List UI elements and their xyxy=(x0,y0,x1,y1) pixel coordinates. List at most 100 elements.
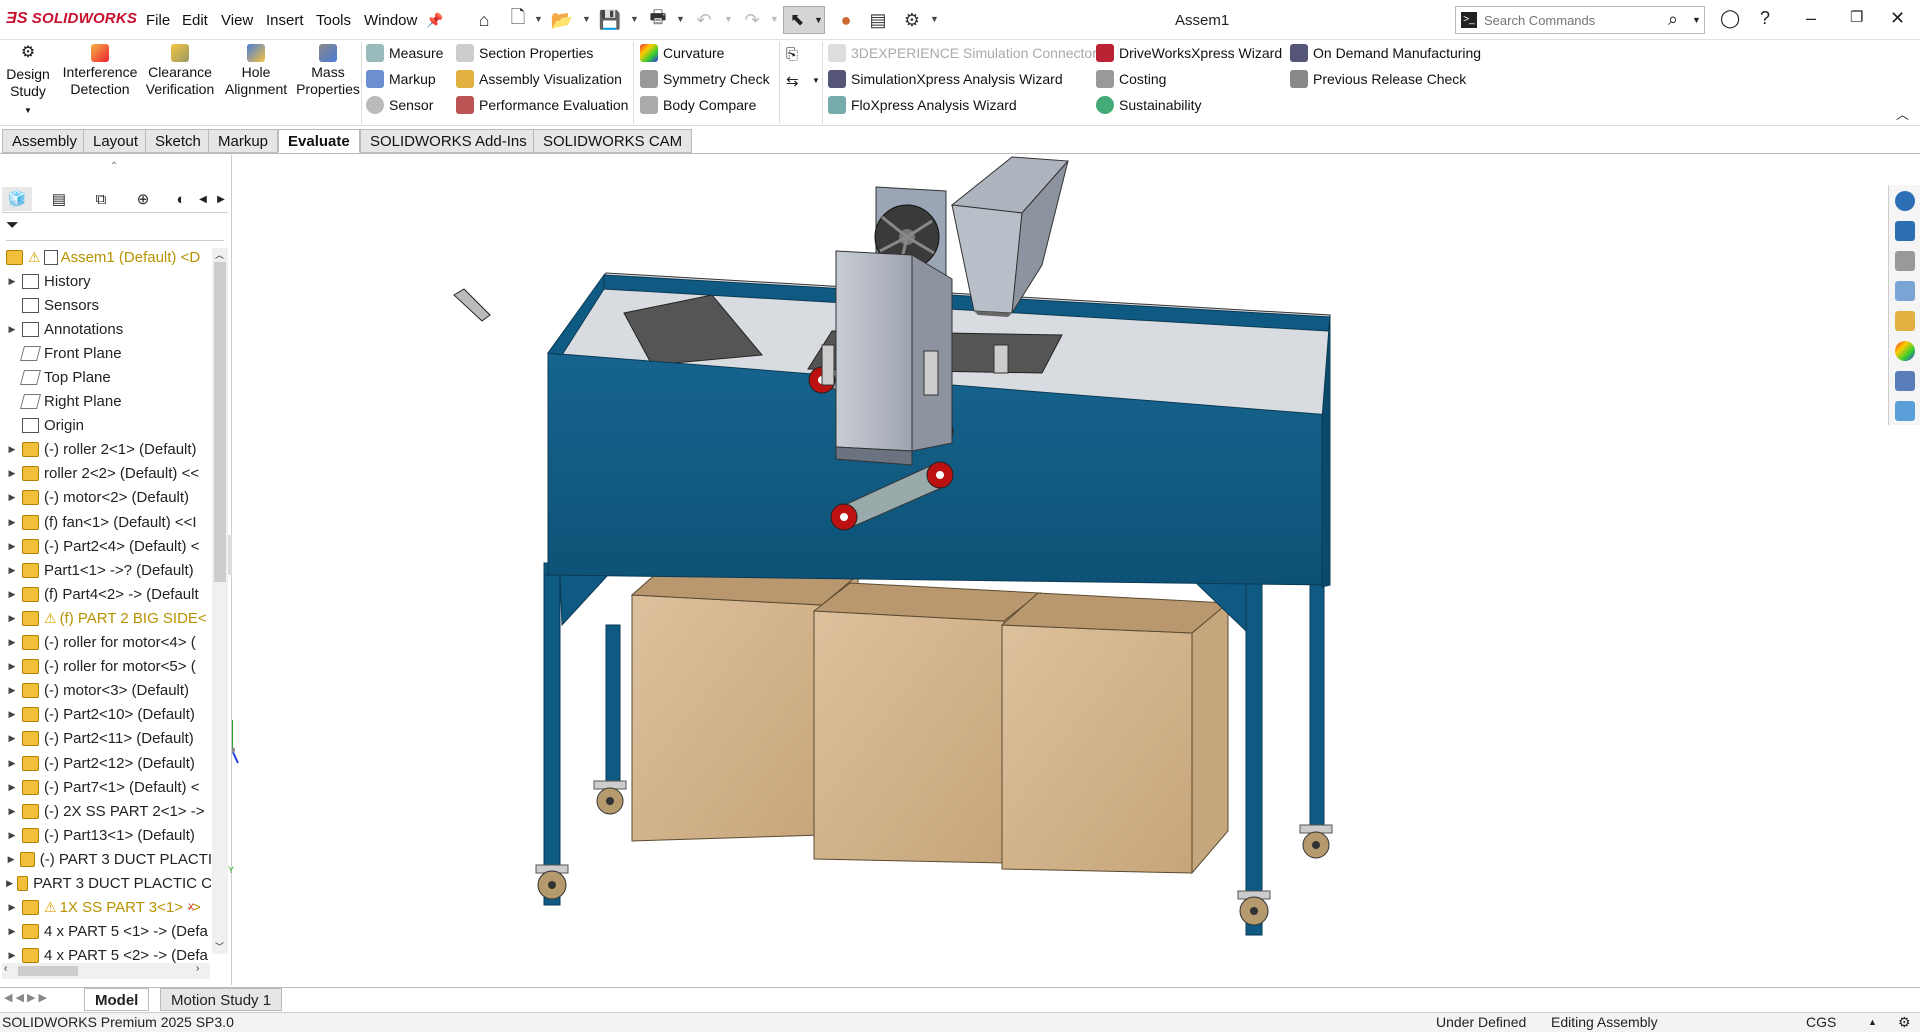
tree-item[interactable]: Origin xyxy=(0,414,212,438)
symmetry-check-button[interactable]: Symmetry Check xyxy=(640,68,770,90)
help-icon[interactable]: ? xyxy=(1760,8,1770,29)
mass-properties-button[interactable]: Mass Properties xyxy=(292,44,364,98)
tab-assembly[interactable]: Assembly xyxy=(2,129,88,153)
menu-view[interactable]: View xyxy=(221,12,253,29)
expand-arrow-icon[interactable]: ▶ xyxy=(6,685,18,696)
chevron-down-icon[interactable]: ﹀ xyxy=(215,940,224,953)
chevron-down-icon[interactable]: ▼ xyxy=(930,14,939,24)
chevron-up-icon[interactable]: ︿ xyxy=(215,248,224,261)
collapse-ribbon-icon[interactable]: ︿ xyxy=(1896,104,1909,123)
expand-arrow-icon[interactable]: ▶ xyxy=(6,950,18,961)
tree-item[interactable]: ▶ (-) Part2<10> (Default) xyxy=(0,703,212,727)
driveworksxpress-button[interactable]: DriveWorksXpress Wizard xyxy=(1096,42,1282,64)
gear-icon[interactable]: ⚙ xyxy=(900,8,924,32)
tree-filter[interactable]: ⏷ xyxy=(6,217,224,241)
home-icon[interactable]: ⌂ xyxy=(472,8,496,32)
tab-solidworks-addins[interactable]: SOLIDWORKS Add-Ins xyxy=(360,129,537,153)
expand-arrow-icon[interactable]: ▶ xyxy=(6,926,18,937)
expand-arrow-icon[interactable]: ▶ xyxy=(6,324,18,335)
tab-model[interactable]: Model xyxy=(84,988,150,1011)
tab-evaluate[interactable]: Evaluate xyxy=(278,129,360,153)
tree-item[interactable]: ▶ (-) roller for motor<5> ( xyxy=(0,655,212,679)
hole-alignment-button[interactable]: Hole Alignment xyxy=(220,44,292,98)
tree-item[interactable]: ▶ (-) motor<2> (Default) xyxy=(0,486,212,510)
feature-manager-tab-icon[interactable]: 🧊 xyxy=(2,187,32,211)
tree-item[interactable]: ▶ (-) Part2<12> (Default) xyxy=(0,751,212,775)
expand-arrow-icon[interactable]: ▶ xyxy=(6,589,18,600)
curvature-button[interactable]: Curvature xyxy=(640,42,724,64)
markup-button[interactable]: Markup xyxy=(366,68,436,90)
tree-item[interactable]: ▶ (-) roller 2<1> (Default) xyxy=(0,438,212,462)
forum-icon[interactable] xyxy=(1895,401,1915,421)
tree-item[interactable]: ▶ ⚠ (f) PART 2 BIG SIDE< xyxy=(0,606,212,630)
tab-solidworks-cam[interactable]: SOLIDWORKS CAM xyxy=(533,129,693,153)
floxpress-button[interactable]: FloXpress Analysis Wizard xyxy=(828,94,1017,116)
property-manager-tab-icon[interactable]: ▤ xyxy=(44,187,74,211)
restore-icon[interactable]: ❐ xyxy=(1850,8,1863,26)
graphics-area[interactable]: X Y xyxy=(188,155,1888,985)
expand-arrow-icon[interactable]: ▶ xyxy=(6,613,18,624)
expand-arrow-icon[interactable]: ▶ xyxy=(6,709,18,720)
tree-item[interactable]: ▶ (-) Part2<4> (Default) < xyxy=(0,534,212,558)
expand-arrow-icon[interactable]: ▶ xyxy=(6,492,18,503)
expand-arrow-icon[interactable]: ▶ xyxy=(6,444,18,455)
appearances-icon[interactable] xyxy=(1895,341,1915,361)
rebuild-icon[interactable]: ● xyxy=(834,8,858,32)
expand-arrow-icon[interactable]: ▶ xyxy=(6,806,18,817)
tree-item[interactable]: ▶ (-) PART 3 DUCT PLACTI xyxy=(0,847,212,871)
chevron-down-icon[interactable]: ▼ xyxy=(770,14,779,24)
expand-arrow-icon[interactable]: ▶ xyxy=(6,468,18,479)
3dexperience-simulation-connector-button[interactable]: 3DEXPERIENCE Simulation Connector xyxy=(828,42,1097,64)
expand-arrow-icon[interactable]: ▶ xyxy=(6,782,18,793)
tree-item[interactable]: ▶ (-) Part2<11> (Default) xyxy=(0,727,212,751)
expand-arrow-icon[interactable]: ▶ xyxy=(6,830,18,841)
check-icon[interactable]: ⎘ xyxy=(786,46,798,63)
save-icon[interactable]: 💾 xyxy=(598,8,622,32)
tree-item[interactable]: ▶ (-) motor<3> (Default) xyxy=(0,679,212,703)
minimize-icon[interactable]: – xyxy=(1806,8,1816,29)
design-study-button[interactable]: ⚙ Design Study ▼ xyxy=(6,44,50,119)
menu-tools[interactable]: Tools xyxy=(316,12,351,29)
open-folder-icon[interactable]: 📂 xyxy=(550,8,574,32)
resources-icon[interactable] xyxy=(1895,191,1915,211)
chevron-down-icon[interactable]: ▼ xyxy=(1692,15,1701,25)
tree-vertical-scrollbar[interactable]: ︿ ﹀ xyxy=(212,248,228,954)
tab-motion-study[interactable]: Motion Study 1 xyxy=(160,988,283,1011)
tree-item[interactable]: ▶ (-) Part13<1> (Default) xyxy=(0,823,212,847)
design-library-icon[interactable] xyxy=(1895,251,1915,271)
sensor-button[interactable]: Sensor xyxy=(366,94,433,116)
previous-release-check-button[interactable]: Previous Release Check xyxy=(1290,68,1466,90)
tab-markup[interactable]: Markup xyxy=(208,129,279,153)
user-account-icon[interactable]: ◯ xyxy=(1720,8,1740,29)
tree-item[interactable]: Sensors xyxy=(0,293,212,317)
search-input[interactable] xyxy=(1484,10,1664,30)
file-explorer-icon[interactable] xyxy=(1895,281,1915,301)
expand-arrow-icon[interactable]: ▶ xyxy=(6,902,18,913)
interference-detection-button[interactable]: Interference Detection xyxy=(60,44,140,98)
tree-item[interactable]: ▶ Annotations xyxy=(0,317,212,341)
pin-icon[interactable]: 📌 xyxy=(423,8,447,32)
view-palette-icon[interactable] xyxy=(1895,311,1915,331)
tree-horizontal-scrollbar[interactable]: ‹ › xyxy=(2,963,210,979)
tree-item[interactable]: ▶ (f) Part4<2> -> (Default xyxy=(0,582,212,606)
tree-root[interactable]: ⚠ Assem1 (Default) <D xyxy=(0,245,212,269)
chevron-down-icon[interactable]: ▼ xyxy=(812,76,820,85)
tree-item[interactable]: ▶ ⚠ 1X SS PART 3<1> -> xyxy=(0,896,212,920)
measure-button[interactable]: Measure xyxy=(366,42,443,64)
chevron-right-icon[interactable]: › xyxy=(196,963,199,974)
chevron-up-icon[interactable]: ▲ xyxy=(1868,1013,1877,1032)
tree-item[interactable]: ▶ (-) 2X SS PART 2<1> -> xyxy=(0,799,212,823)
clearance-verification-button[interactable]: Clearance Verification xyxy=(142,44,218,98)
expand-arrow-icon[interactable]: ▶ xyxy=(6,565,18,576)
status-units[interactable]: CGS xyxy=(1806,1013,1836,1032)
tree-item[interactable]: ▶ PART 3 DUCT PLACTIC C xyxy=(0,872,212,896)
compare-documents-icon[interactable]: ⇆ xyxy=(786,72,799,90)
select-tool-button[interactable]: ⬉ ▼ xyxy=(783,6,825,34)
tree-item[interactable]: ▶ (-) Part7<1> (Default) < xyxy=(0,775,212,799)
tree-item[interactable]: Front Plane xyxy=(0,341,212,365)
status-options-icon[interactable]: ⚙ xyxy=(1898,1013,1911,1032)
expand-arrow-icon[interactable]: ▶ xyxy=(6,276,18,287)
chevron-down-icon[interactable]: ▼ xyxy=(676,14,685,24)
simulationxpress-button[interactable]: SimulationXpress Analysis Wizard xyxy=(828,68,1063,90)
assembly-visualization-button[interactable]: Assembly Visualization xyxy=(456,68,622,90)
